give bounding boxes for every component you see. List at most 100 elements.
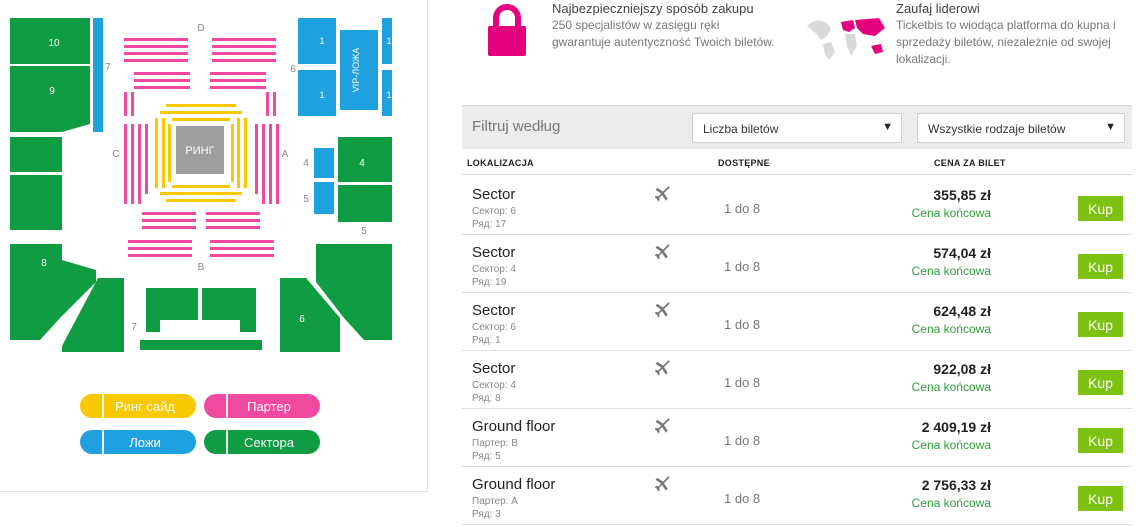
feature-trust-leader: Zaufaj liderowi Ticketbis to wiodąca pla…	[896, 0, 1116, 68]
loge-right-1a-label: 1	[319, 36, 324, 46]
sector-6-right-label: 6	[290, 64, 296, 75]
parter-top-rows[interactable]	[124, 38, 276, 89]
parter-bottom-rows[interactable]	[128, 212, 274, 257]
airplane-icon	[655, 244, 670, 260]
row-sector: Сектор: 6	[472, 322, 516, 333]
buy-button[interactable]: Kup	[1078, 486, 1123, 511]
sector-9[interactable]	[10, 66, 90, 132]
row-location: Sector	[472, 244, 516, 261]
row-available: 1 do 8	[724, 259, 761, 274]
column-header-available: DOSTĘPNE	[718, 158, 770, 168]
legend-lozhi[interactable]: Ложи	[80, 430, 196, 454]
row-location: Ground floor	[472, 476, 556, 493]
row-price-note: Cena końcowa	[911, 380, 991, 394]
row-location: Sector	[472, 302, 516, 319]
airplane-icon	[655, 186, 670, 202]
row-seat-row: Ряд: 17	[472, 219, 507, 230]
loge-box-4[interactable]	[314, 148, 334, 178]
sector-10-label: 10	[48, 38, 60, 49]
row-sector: Партер: B	[472, 438, 518, 449]
loge-box-5[interactable]	[314, 182, 334, 214]
legend-lozhi-label: Ложи	[129, 434, 161, 450]
sector-7-bottom-right[interactable]	[202, 288, 256, 332]
legend-ring-side[interactable]: Ринг сайд	[80, 394, 196, 418]
row-seat-row: Ряд: 5	[472, 451, 501, 462]
row-seat-row: Ряд: 19	[472, 277, 507, 288]
row-price-note: Cena końcowa	[911, 264, 991, 278]
sector-left-upper-side[interactable]	[10, 137, 62, 172]
sector-bottom-strip[interactable]	[140, 340, 262, 350]
world-map-icon	[807, 18, 885, 60]
legend-ring-side-label: Ринг сайд	[114, 398, 176, 414]
loge-left-strip[interactable]	[93, 18, 103, 132]
lock-icon	[488, 4, 526, 56]
airplane-icon	[655, 360, 670, 376]
seating-map-panel: 10 9 8 7 6 4 5 7 6 1 1 VIP-ЛОЖА 1 1 4 5 …	[0, 0, 428, 492]
loge-box-4-label: 4	[303, 158, 309, 169]
buy-button[interactable]: Kup	[1078, 196, 1123, 221]
legend-sektora[interactable]: Сектора	[204, 430, 320, 454]
ticket-types-value: Wszystkie rodzaje biletów	[928, 122, 1066, 136]
legend-cap	[204, 430, 228, 454]
ticket-row: Sector Сектор: 4 Ряд: 19 1 do 8 574,04 z…	[462, 235, 1132, 293]
sector-7-left-label: 7	[105, 62, 111, 73]
side-letter-c: C	[112, 149, 119, 160]
buy-button[interactable]: Kup	[1078, 428, 1123, 453]
row-price: 355,85 zł	[933, 187, 991, 203]
sector-left-lower-side[interactable]	[10, 175, 62, 230]
legend-parter[interactable]: Партер	[204, 394, 320, 418]
feature-safe-purchase: Najbezpieczniejszy sposób zakupu 250 spe…	[552, 0, 775, 51]
feature-safe-title: Najbezpieczniejszy sposób zakupu	[552, 1, 754, 16]
sector-5-right[interactable]	[338, 185, 392, 222]
side-letter-b: B	[198, 262, 205, 273]
loge-right-1b-label: 1	[319, 90, 324, 100]
loge-right-1d-label: 1	[386, 90, 391, 100]
sector-8-label: 8	[41, 258, 47, 269]
row-price-note: Cena końcowa	[911, 322, 991, 336]
row-price: 2 756,33 zł	[921, 477, 991, 493]
ticket-row: Sector Сектор: 4 Ряд: 8 1 do 8 922,08 zł…	[462, 351, 1132, 409]
sector-4[interactable]	[338, 137, 392, 182]
dropdown-arrow-icon: ▼	[882, 121, 893, 133]
ticket-row: Sector Сектор: 6 Ряд: 1 1 do 8 624,48 zł…	[462, 293, 1132, 351]
row-sector: Сектор: 4	[472, 264, 516, 275]
row-sector: Сектор: 4	[472, 380, 516, 391]
sector-6-label: 6	[299, 314, 305, 325]
row-seat-row: Ряд: 8	[472, 393, 501, 404]
buy-button[interactable]: Kup	[1078, 312, 1123, 337]
ticket-row: Ground floor Партер: B Ряд: 5 1 do 8 2 4…	[462, 409, 1132, 467]
ticket-row: Ground floor Партер: A Ряд: 3 1 do 8 2 7…	[462, 467, 1132, 525]
feature-trust-line2: sprzedaży biletów, niezależnie od swojej	[896, 35, 1111, 49]
row-price: 574,04 zł	[933, 245, 991, 261]
sector-4-label: 4	[359, 158, 365, 169]
column-header-location: LOKALIZACJA	[467, 158, 534, 168]
buy-button[interactable]: Kup	[1078, 370, 1123, 395]
arena-seating-map: 10 9 8 7 6 4 5 7 6 1 1 VIP-ЛОЖА 1 1 4 5 …	[10, 18, 392, 352]
legend-cap	[80, 430, 104, 454]
tickets-count-select[interactable]: Liczba biletów ▼	[692, 113, 902, 143]
feature-safe-line1: 250 specjalistów w zasięgu ręki	[552, 18, 720, 32]
loge-right-1a[interactable]	[298, 18, 336, 64]
legend-cap	[80, 394, 104, 418]
row-sector: Партер: A	[472, 496, 518, 507]
column-header-price: CENA ZA BILET	[934, 158, 1006, 168]
ticket-types-select[interactable]: Wszystkie rodzaje biletów ▼	[917, 113, 1125, 143]
sector-7-bottom-left[interactable]	[146, 288, 198, 332]
airplane-icon	[655, 302, 670, 318]
side-letter-a: A	[282, 149, 289, 160]
buy-button[interactable]: Kup	[1078, 254, 1123, 279]
sector-5-label: 5	[361, 226, 367, 237]
row-available: 1 do 8	[724, 317, 761, 332]
legend-parter-label: Партер	[247, 398, 291, 414]
row-price: 624,48 zł	[933, 303, 991, 319]
row-location: Sector	[472, 360, 516, 377]
row-sector: Сектор: 6	[472, 206, 516, 217]
header-divider	[462, 174, 1132, 175]
row-seat-row: Ряд: 3	[472, 509, 501, 520]
row-price: 2 409,19 zł	[921, 419, 991, 435]
airplane-icon	[655, 418, 670, 434]
legend-sektora-label: Сектора	[244, 434, 294, 450]
row-seat-row: Ряд: 1	[472, 335, 501, 346]
loge-right-1b[interactable]	[298, 70, 336, 116]
loge-box-5-label: 5	[303, 194, 309, 205]
